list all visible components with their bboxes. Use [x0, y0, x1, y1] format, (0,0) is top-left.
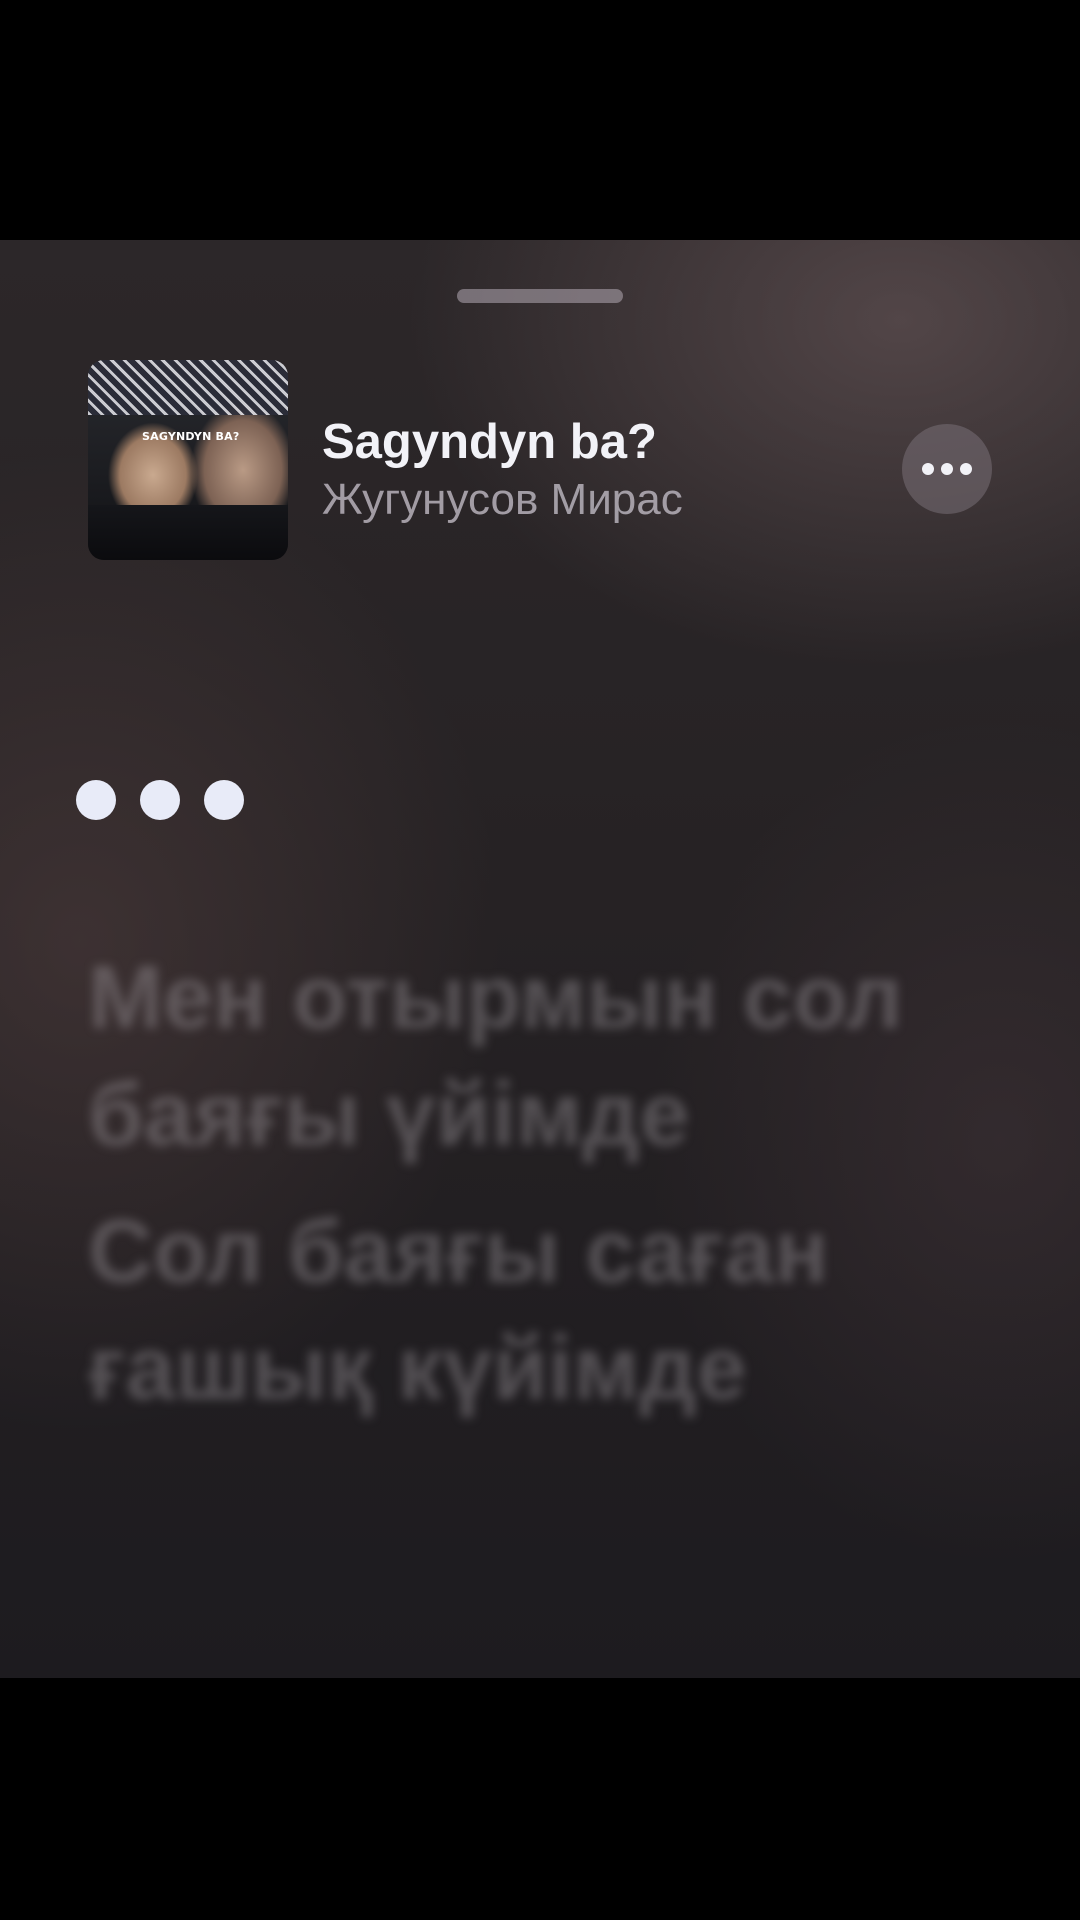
- artwork-title-text: SAGYNDYN BA?: [142, 430, 240, 443]
- ellipsis-icon-dot: [922, 463, 934, 475]
- interlude-dot: [204, 780, 244, 820]
- now-playing-lyrics-sheet: SAGYNDYN BA? Sagyndyn ba? Жугунусов Мира…: [0, 240, 1080, 1678]
- top-letterbox: [0, 0, 1080, 240]
- interlude-dot: [140, 780, 180, 820]
- lyric-line[interactable]: Сол баяғы саған ғашық күйімде: [88, 1194, 988, 1428]
- interlude-dot: [76, 780, 116, 820]
- album-artwork[interactable]: SAGYNDYN BA?: [88, 360, 288, 560]
- lyrics-list: Мен отырмын сол баяғы үйімде Сол баяғы с…: [88, 940, 988, 1448]
- ellipsis-icon-dot: [960, 463, 972, 475]
- artwork-bandana-pattern: [88, 360, 288, 415]
- ellipsis-icon-dot: [941, 463, 953, 475]
- artwork-shirt: [88, 505, 288, 560]
- lyric-line[interactable]: Мен отырмын сол баяғы үйімде: [88, 940, 988, 1174]
- lyrics-interlude-indicator: [76, 780, 244, 820]
- song-title[interactable]: Sagyndyn ba?: [322, 414, 657, 470]
- more-options-button[interactable]: [902, 424, 992, 514]
- sheet-grabber-handle[interactable]: [457, 289, 623, 303]
- artist-name[interactable]: Жугунусов Мирас: [322, 474, 683, 526]
- bottom-letterbox: [0, 1678, 1080, 1920]
